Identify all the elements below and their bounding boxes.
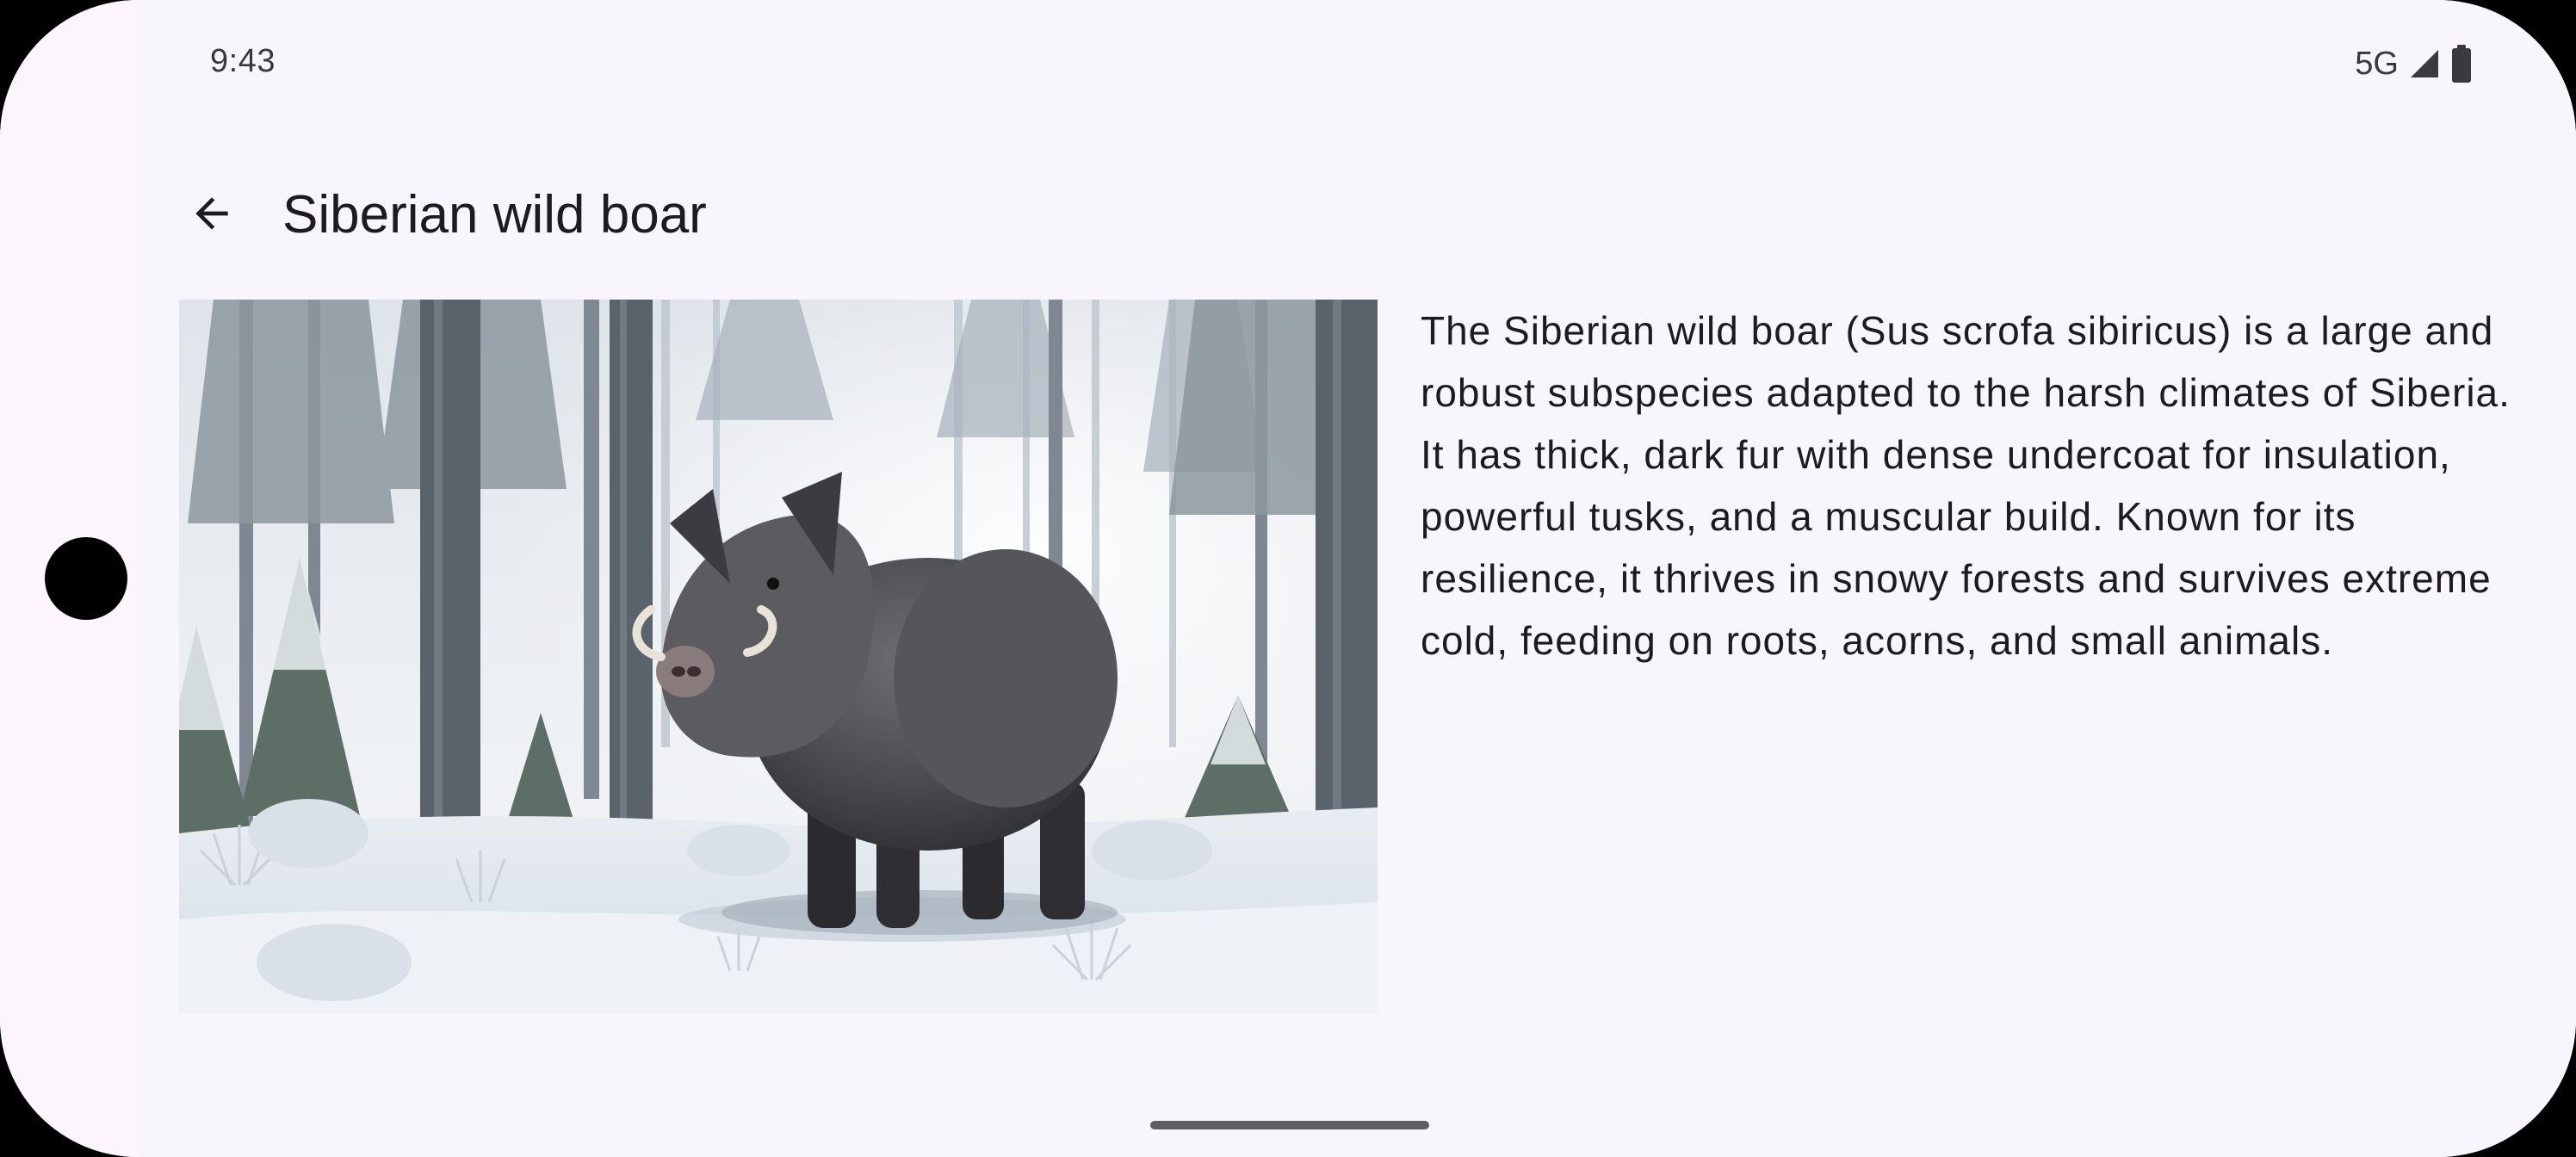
status-icons: 5G bbox=[2355, 45, 2473, 83]
app-screen: 9:43 5G Siberian wild boar The Siberian … bbox=[141, 0, 2576, 1157]
cellular-signal-icon bbox=[2407, 46, 2442, 81]
device-frame: 9:43 5G Siberian wild boar The Siberian … bbox=[0, 0, 2576, 1157]
gesture-navigation-handle[interactable] bbox=[1150, 1121, 1429, 1129]
back-button[interactable] bbox=[179, 183, 245, 248]
status-time: 9:43 bbox=[210, 43, 276, 79]
status-bar: 9:43 5G bbox=[141, 0, 2576, 129]
description-text: The Siberian wild boar (Sus scrofa sibir… bbox=[1421, 308, 2511, 663]
battery-full-icon bbox=[2450, 45, 2473, 83]
boar-image bbox=[179, 300, 1378, 1014]
page-title: Siberian wild boar bbox=[282, 185, 707, 244]
top-app-bar: Siberian wild boar bbox=[141, 164, 2576, 267]
display-cutout-area bbox=[0, 0, 141, 1157]
network-type-label: 5G bbox=[2355, 45, 2399, 82]
arrow-back-icon bbox=[188, 189, 236, 242]
front-camera bbox=[45, 537, 127, 620]
